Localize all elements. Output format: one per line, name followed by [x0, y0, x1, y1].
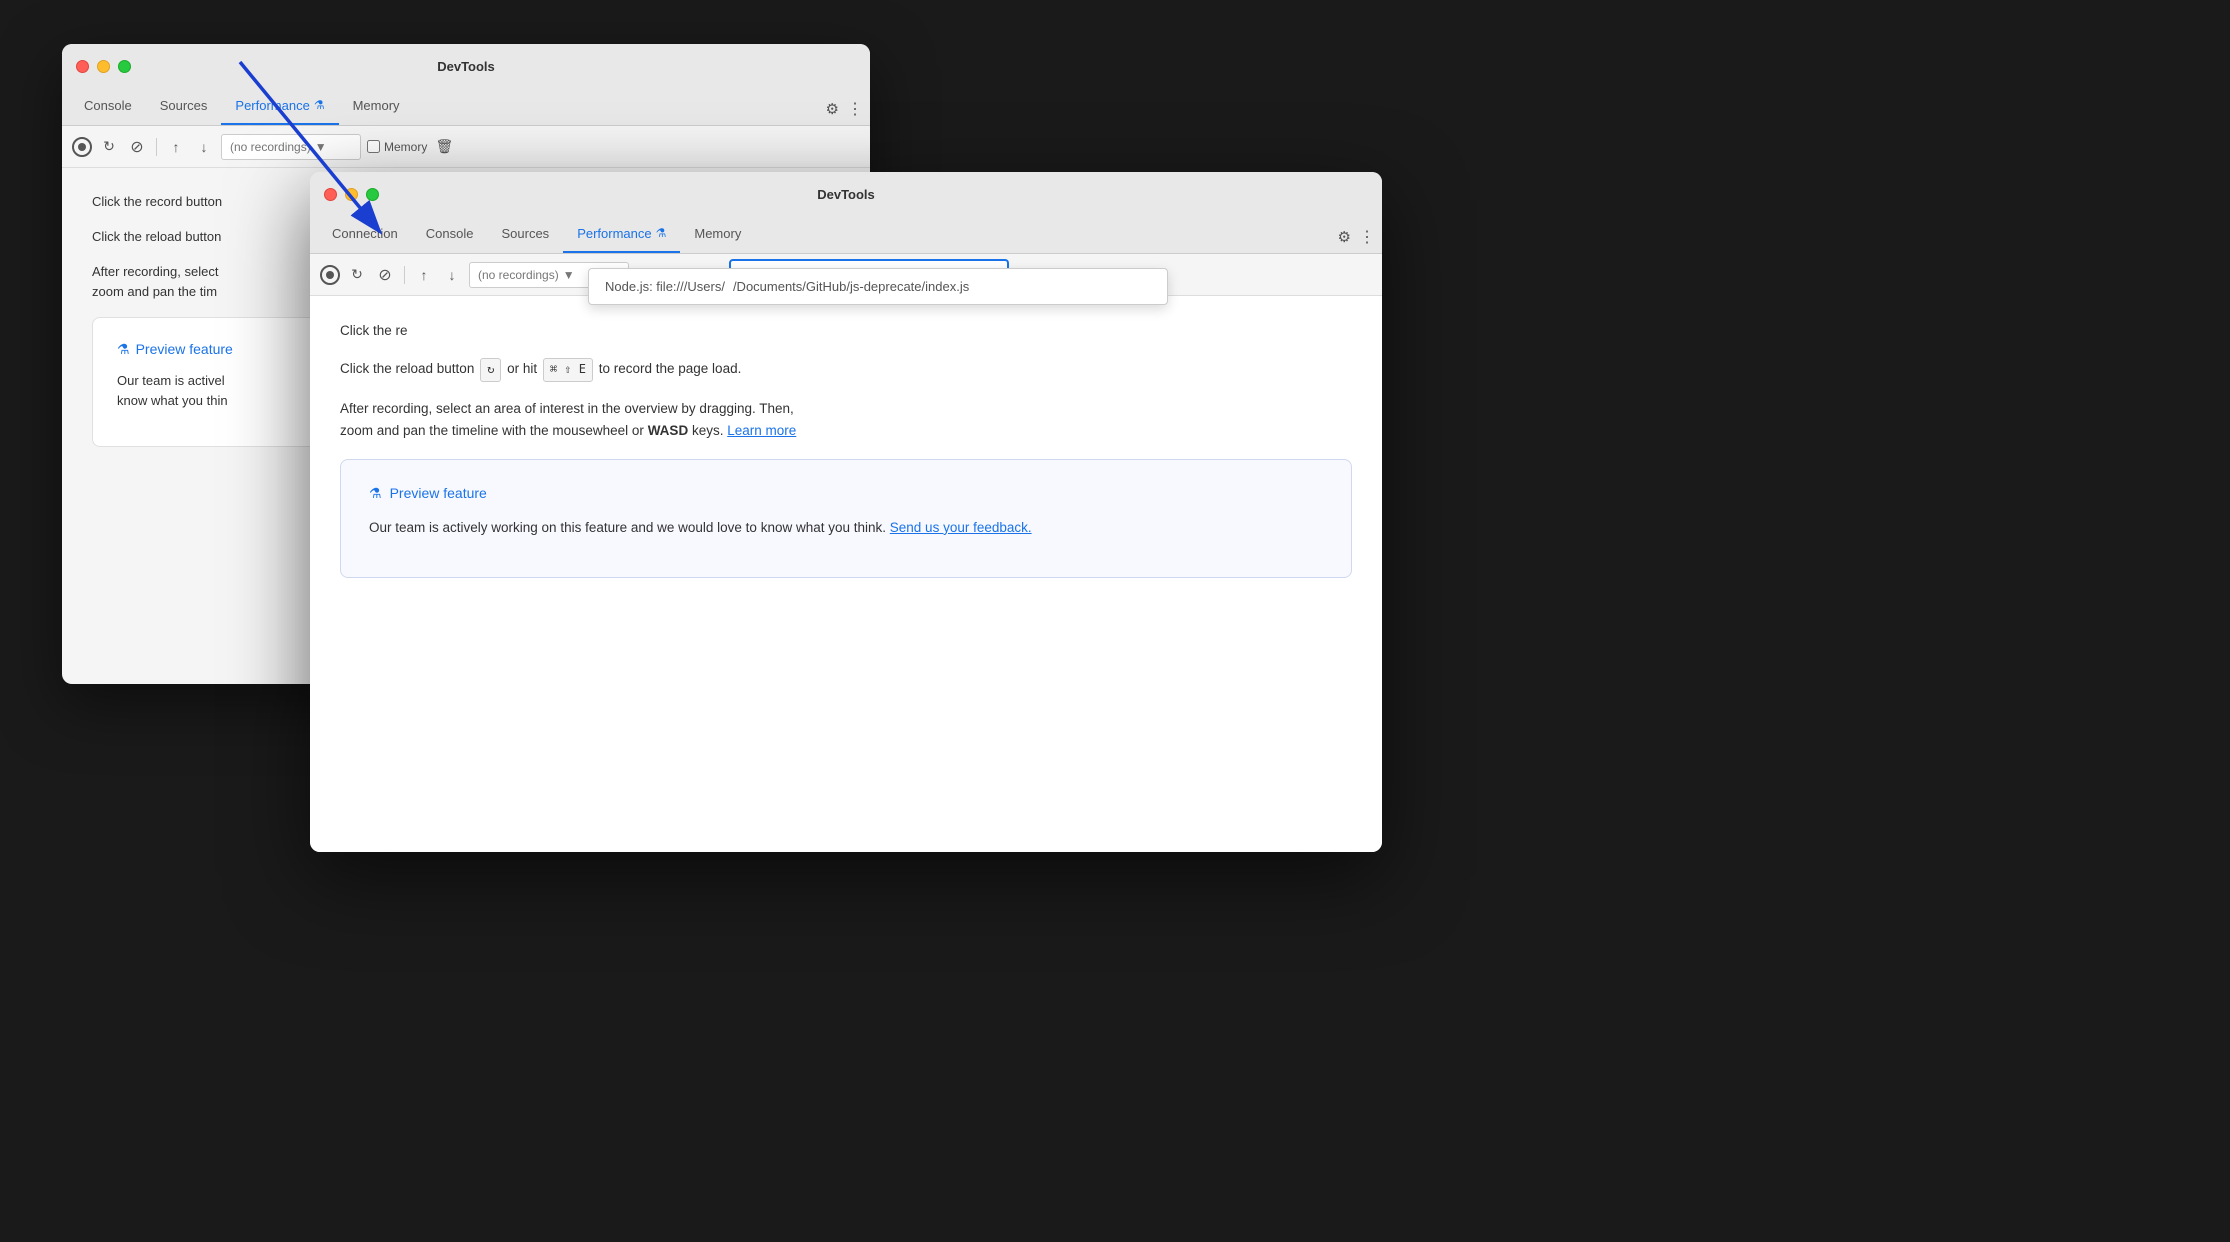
- front-tab-console[interactable]: Console: [412, 215, 488, 253]
- front-tab-connection[interactable]: Connection: [318, 215, 412, 253]
- dropdown-arrow-front: ▼: [563, 268, 575, 282]
- more-icon-back[interactable]: ⋮: [847, 99, 862, 119]
- recordings-dropdown-back[interactable]: (no recordings) ▼: [221, 134, 361, 160]
- front-window: DevTools Connection Console Sources Perf…: [310, 172, 1382, 852]
- delete-button-back[interactable]: 🗑: [433, 136, 455, 158]
- close-button-back[interactable]: [76, 60, 89, 73]
- settings-icon-front[interactable]: ⚙: [1338, 228, 1351, 246]
- front-record-line: Click the re: [340, 320, 1352, 342]
- front-tab-performance[interactable]: Performance ⚗: [563, 215, 680, 253]
- maximize-button-front[interactable]: [366, 188, 379, 201]
- back-window-title: DevTools: [437, 59, 495, 74]
- front-content: Click the re Click the reload button ↻ o…: [310, 296, 1382, 852]
- reload-kbd: ↻: [480, 358, 501, 382]
- back-tab-icons: ⚙ ⋮: [826, 99, 862, 119]
- back-tab-performance[interactable]: Performance ⚗: [221, 87, 338, 125]
- flask-icon-front: ⚗: [369, 482, 382, 505]
- front-titlebar: DevTools: [310, 172, 1382, 216]
- vm-option-1[interactable]: Node.js: file:///Users/ /Documents/GitHu…: [589, 269, 1167, 304]
- front-preview-box: ⚗ Preview feature Our team is actively w…: [340, 459, 1352, 578]
- reload-button-back[interactable]: ↻: [98, 136, 120, 158]
- back-tab-console[interactable]: Console: [70, 87, 146, 125]
- back-toolbar: ↻ ⊘ ↑ ↓ (no recordings) ▼ Memory 🗑: [62, 126, 870, 168]
- maximize-button-back[interactable]: [118, 60, 131, 73]
- dropdown-arrow-back: ▼: [315, 140, 327, 154]
- flask-icon-back: ⚗: [117, 338, 130, 360]
- traffic-lights-back: [76, 60, 131, 73]
- front-tab-sources[interactable]: Sources: [487, 215, 563, 253]
- settings-icon-back[interactable]: ⚙: [826, 100, 839, 118]
- front-window-title: DevTools: [817, 187, 875, 202]
- front-tab-icons: ⚙ ⋮: [1338, 227, 1374, 247]
- vm-option-label: Node.js: file:///Users/: [605, 279, 725, 294]
- memory-checkbox-area-back: Memory: [367, 140, 427, 154]
- clear-button-back[interactable]: ⊘: [126, 136, 148, 158]
- performance-icon-back: ⚗: [314, 98, 325, 112]
- wasd-label: WASD: [648, 423, 689, 438]
- upload-button-front[interactable]: ↑: [413, 264, 435, 286]
- back-tab-sources[interactable]: Sources: [146, 87, 222, 125]
- front-window-inner: DevTools Connection Console Sources Perf…: [310, 172, 1382, 852]
- back-tabs-bar: Console Sources Performance ⚗ Memory ⚙ ⋮: [62, 88, 870, 126]
- record-button-front[interactable]: [320, 265, 340, 285]
- separator-front1: [404, 266, 405, 284]
- feedback-link[interactable]: Send us your feedback.: [890, 520, 1032, 535]
- reload-button-front[interactable]: ↻: [346, 264, 368, 286]
- vm-option-path: /Documents/GitHub/js-deprecate/index.js: [733, 279, 969, 294]
- record-button-back[interactable]: [72, 137, 92, 157]
- upload-button-back[interactable]: ↑: [165, 136, 187, 158]
- close-button-front[interactable]: [324, 188, 337, 201]
- front-tab-memory[interactable]: Memory: [680, 215, 755, 253]
- shortcut-kbd: ⌘ ⇧ E: [543, 358, 593, 382]
- minimize-button-front[interactable]: [345, 188, 358, 201]
- separator-back: [156, 138, 157, 156]
- memory-checkbox-back[interactable]: [367, 140, 380, 153]
- vm-dropdown-open: Node.js: file:///Users/ /Documents/GitHu…: [588, 268, 1168, 305]
- front-preview-body: Our team is actively working on this fea…: [369, 517, 1323, 539]
- download-button-front[interactable]: ↓: [441, 264, 463, 286]
- clear-button-front[interactable]: ⊘: [374, 264, 396, 286]
- more-icon-front[interactable]: ⋮: [1359, 227, 1374, 247]
- back-titlebar: DevTools: [62, 44, 870, 88]
- front-tabs-bar: Connection Console Sources Performance ⚗…: [310, 216, 1382, 254]
- performance-icon-front: ⚗: [656, 226, 667, 240]
- back-tab-memory[interactable]: Memory: [339, 87, 414, 125]
- front-reload-line: Click the reload button ↻ or hit ⌘ ⇧ E t…: [340, 358, 1352, 382]
- front-preview-title: ⚗ Preview feature: [369, 482, 1323, 505]
- front-after-recording: After recording, select an area of inter…: [340, 398, 1352, 443]
- download-button-back[interactable]: ↓: [193, 136, 215, 158]
- traffic-lights-front: [324, 188, 379, 201]
- minimize-button-back[interactable]: [97, 60, 110, 73]
- learn-more-link[interactable]: Learn more: [727, 423, 796, 438]
